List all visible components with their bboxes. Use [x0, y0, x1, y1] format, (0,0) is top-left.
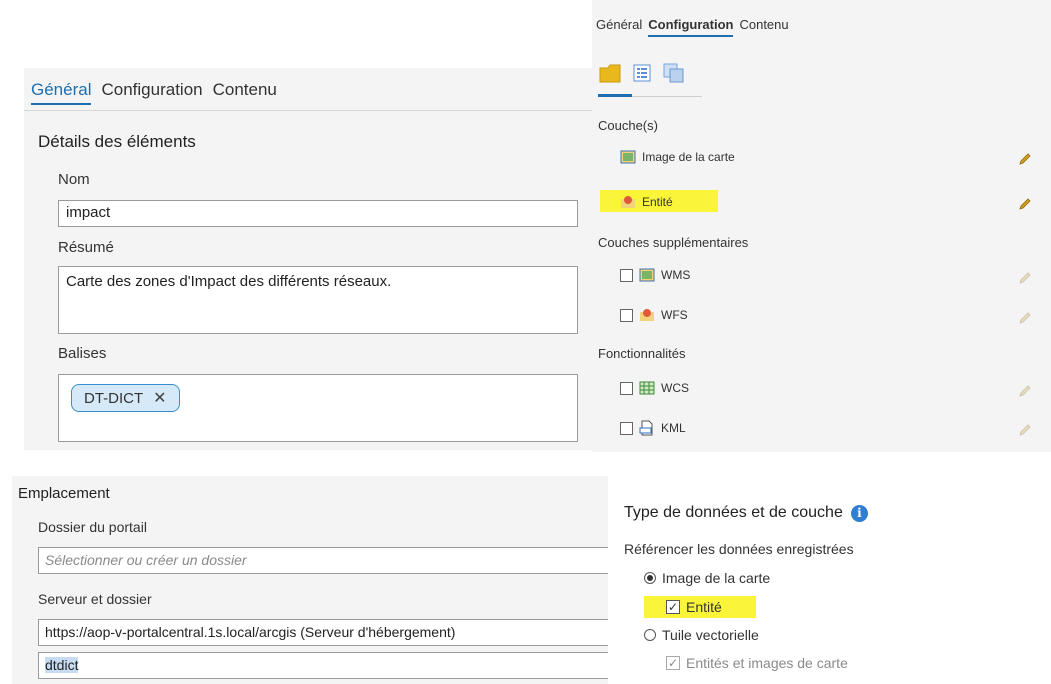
layers-heading: Couche(s) [598, 118, 658, 133]
section-title: Détails des éléments [38, 132, 196, 151]
capability-label: WCS [661, 381, 689, 395]
map-image-radio[interactable] [644, 572, 656, 584]
tab-general[interactable]: Général [596, 17, 642, 37]
data-type-title-row: Type de données et de couche i [624, 504, 868, 522]
feature-checkbox[interactable]: ✓ [666, 600, 680, 614]
vector-tile-radio[interactable] [644, 629, 656, 641]
name-input[interactable]: impact [58, 200, 578, 227]
folder-value: dtdict [45, 657, 79, 673]
name-label: Nom [58, 171, 90, 188]
wfs-checkbox[interactable] [620, 308, 633, 322]
extra-layers-heading: Couches supplémentaires [598, 235, 749, 250]
data-type-title: Type de données et de couche [624, 504, 843, 521]
edit-icon[interactable] [1017, 422, 1033, 438]
capabilities-heading: Fonctionnalités [598, 346, 686, 361]
tab-contenu[interactable]: Contenu [739, 17, 788, 37]
tab-configuration[interactable]: Configuration [648, 17, 734, 37]
option-label: Entité [686, 599, 722, 615]
server-label: Serveur et dossier [38, 591, 152, 607]
layer-wms: WMS [620, 268, 690, 282]
tab-contenu[interactable]: Contenu [213, 80, 277, 105]
properties-icon[interactable] [632, 63, 652, 83]
configuration-tabs: Général Configuration Contenu [596, 17, 789, 37]
edit-icon[interactable] [1017, 383, 1033, 399]
emplacement-panel: Emplacement Dossier du portail Sélection… [12, 476, 608, 684]
general-panel: Général Configuration Contenu Détails de… [24, 68, 592, 450]
general-tabs: Général Configuration Contenu [31, 80, 277, 105]
capability-label: KML [661, 421, 686, 435]
layer-label: WMS [661, 268, 691, 282]
feature-icon [621, 196, 635, 208]
tabs-divider [24, 110, 592, 111]
portal-folder-label: Dossier du portail [38, 519, 147, 535]
map-image-icon [620, 150, 636, 164]
portal-folder-placeholder: Sélectionner ou créer un dossier [45, 552, 247, 568]
tag-label: DT-DICT [84, 389, 144, 407]
tab-configuration[interactable]: Configuration [101, 80, 202, 105]
copy-icon[interactable] [662, 62, 686, 84]
feature-icon [640, 309, 654, 321]
kml-icon [639, 420, 653, 436]
emplacement-title: Emplacement [18, 485, 110, 502]
folder-input[interactable]: dtdict [38, 652, 608, 679]
edit-icon[interactable] [1017, 270, 1033, 286]
tags-field[interactable]: DT-DICT ✕ [58, 374, 578, 442]
folder-icon[interactable] [598, 62, 622, 84]
configuration-panel: Général Configuration Contenu Couche(s) … [592, 0, 1051, 452]
data-type-panel: Type de données et de couche i Référence… [608, 490, 1051, 684]
option-vector-tile[interactable]: Tuile vectorielle [644, 627, 759, 643]
capability-wcs: WCS [620, 381, 689, 395]
summary-label: Résumé [58, 239, 114, 256]
reference-label: Référencer les données enregistrées [624, 541, 854, 557]
option-feature[interactable]: ✓ Entité [666, 599, 722, 615]
capability-kml: KML [620, 420, 686, 436]
option-label: Image de la carte [662, 570, 771, 586]
option-map-image[interactable]: Image de la carte [644, 570, 770, 586]
map-image-icon [639, 268, 655, 282]
features-images-checkbox: ✓ [666, 656, 680, 670]
option-label: Tuile vectorielle [662, 627, 759, 643]
portal-folder-input[interactable]: Sélectionner ou créer un dossier [38, 547, 608, 574]
grid-icon [639, 381, 655, 395]
summary-textarea[interactable]: Carte des zones d'Impact des différents … [58, 266, 578, 334]
kml-checkbox[interactable] [620, 421, 633, 435]
subtab-active-indicator [598, 94, 632, 97]
wcs-checkbox[interactable] [620, 381, 633, 395]
edit-icon[interactable] [1017, 196, 1033, 212]
edit-icon[interactable] [1017, 310, 1033, 326]
layer-label: Entité [642, 195, 673, 209]
tags-label: Balises [58, 345, 107, 362]
edit-icon[interactable] [1017, 151, 1033, 167]
option-features-and-images: ✓ Entités et images de carte [666, 655, 848, 671]
config-subtabs [598, 62, 686, 84]
tab-general[interactable]: Général [31, 80, 92, 105]
layer-label: Image de la carte [642, 150, 735, 164]
layer-wfs: WFS [620, 308, 688, 322]
info-icon[interactable]: i [850, 504, 868, 522]
close-icon[interactable]: ✕ [153, 388, 166, 408]
layer-label: WFS [661, 308, 688, 322]
tag-chip: DT-DICT ✕ [71, 384, 180, 412]
layer-map-image: Image de la carte [620, 150, 735, 164]
layer-feature: Entité [620, 195, 673, 209]
server-input[interactable]: https://aop-v-portalcentral.1s.local/arc… [38, 619, 608, 646]
wms-checkbox[interactable] [620, 268, 633, 282]
option-label: Entités et images de carte [686, 655, 848, 671]
